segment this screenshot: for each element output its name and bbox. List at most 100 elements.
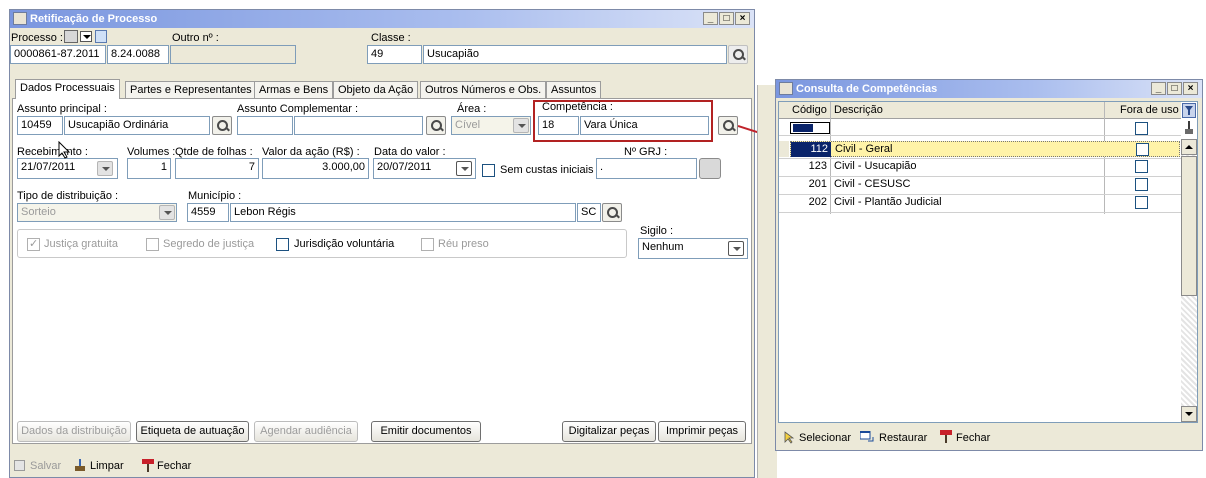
filter-fora-uso-checkbox[interactable] [1135, 122, 1148, 135]
classe-search-button[interactable] [728, 45, 748, 64]
imprimir-pecas-button[interactable]: Imprimir peças [658, 421, 746, 442]
assunto-principal-name[interactable]: Usucapião Ordinária [64, 116, 210, 135]
classe-code-field[interactable]: 49 [367, 45, 422, 64]
assunto-complementar-label: Assunto Complementar : [237, 103, 359, 115]
table-row-selected[interactable]: 112 Civil - Geral [790, 141, 1180, 157]
digitalizar-pecas-button[interactable]: Digitalizar peças [562, 421, 656, 442]
grj-button[interactable] [699, 158, 721, 179]
jurisdicao-voluntaria-checkbox[interactable] [276, 238, 289, 251]
row-fora-uso-checkbox[interactable] [1136, 143, 1149, 156]
municipio-search-button[interactable] [602, 203, 622, 222]
broom-icon [74, 459, 86, 472]
tab-objeto-acao[interactable]: Objeto da Ação [333, 81, 419, 98]
municipio-code-field[interactable]: 4559 [187, 203, 229, 222]
tab-assuntos[interactable]: Assuntos [546, 81, 602, 98]
main-window-title: Retificação de Processo [30, 13, 158, 25]
filter-icon[interactable] [1182, 103, 1196, 118]
consulta-window-titlebar[interactable]: Consulta de Competências _ □ × [776, 80, 1202, 98]
grid-divider [779, 212, 1181, 213]
save-icon [14, 460, 25, 471]
dados-distribuicao-button[interactable]: Dados da distribuição [17, 421, 131, 442]
row-fora-uso-checkbox[interactable] [1135, 160, 1148, 173]
column-descricao[interactable]: Descrição [834, 104, 883, 116]
row-fora-uso-checkbox[interactable] [1135, 196, 1148, 209]
sem-custas-checkbox[interactable] [482, 164, 495, 177]
grid-divider [779, 194, 1181, 195]
competencia-search-button[interactable] [718, 116, 738, 135]
classe-name-field[interactable]: Usucapião [423, 45, 727, 64]
qtde-folhas-label: Qtde de folhas : [175, 146, 253, 158]
competencia-name-field[interactable]: Vara Única [580, 116, 709, 135]
mouse-cursor-icon [58, 140, 72, 159]
restore-icon [859, 430, 874, 443]
processo-label: Processo : [11, 32, 63, 44]
municipio-label: Município : [188, 190, 242, 202]
processo-number-field[interactable]: 0000861-87.2011 [10, 45, 106, 64]
tab-dados-processuais[interactable]: Dados Processuais [15, 79, 120, 99]
volumes-label: Volumes : [127, 146, 176, 158]
assunto-complementar-code[interactable] [237, 116, 293, 135]
recebimento-dropdown-arrow[interactable] [97, 161, 113, 176]
column-codigo[interactable]: Código [792, 104, 827, 116]
municipio-uf-field[interactable]: SC [577, 203, 601, 222]
data-valor-label: Data do valor : [374, 146, 446, 158]
area-dropdown-arrow[interactable] [513, 118, 529, 133]
selecionar-button[interactable]: Selecionar [799, 432, 851, 444]
salvar-button[interactable]: Salvar [30, 460, 61, 472]
table-row[interactable]: 123 Civil - Usucapião [790, 159, 1180, 175]
limpar-button[interactable]: Limpar [90, 460, 124, 472]
segredo-justica-label: Segredo de justiça [163, 238, 255, 250]
volumes-field[interactable]: 1 [127, 158, 171, 179]
tipo-distribuicao-select[interactable]: Sorteio [17, 203, 177, 222]
tab-armas-bens[interactable]: Armas e Bens [254, 81, 334, 98]
municipio-name-field[interactable]: Lebon Régis [230, 203, 576, 222]
consulta-minimize-button[interactable]: _ [1151, 82, 1166, 95]
processo-type-icon[interactable] [64, 30, 78, 43]
reu-preso-label: Réu preso [438, 238, 489, 250]
row-fora-uso-checkbox[interactable] [1135, 178, 1148, 191]
valor-acao-field[interactable]: 3.000,00 [262, 158, 369, 179]
emitir-documentos-button[interactable]: Emitir documentos [371, 421, 481, 442]
tipo-distribuicao-label: Tipo de distribuição : [17, 190, 119, 202]
maximize-button[interactable]: □ [719, 12, 734, 25]
processo-suffix-field[interactable]: 8.24.0088 [107, 45, 169, 64]
tab-partes-representantes[interactable]: Partes e Representantes [125, 81, 257, 98]
consulta-maximize-button[interactable]: □ [1167, 82, 1182, 95]
reu-preso-checkbox[interactable] [421, 238, 434, 251]
column-fora-uso[interactable]: Fora de uso [1120, 104, 1179, 116]
consulta-close-button[interactable]: × [1183, 82, 1198, 95]
assunto-principal-code[interactable]: 10459 [17, 116, 63, 135]
data-valor-dropdown-arrow[interactable] [456, 161, 472, 176]
scroll-thumb[interactable] [1181, 156, 1197, 296]
scroll-down-button[interactable] [1181, 406, 1197, 422]
clear-filter-icon[interactable] [1183, 121, 1195, 135]
minimize-button[interactable]: _ [703, 12, 718, 25]
grj-field[interactable]: . [596, 158, 697, 179]
tab-outros-numeros[interactable]: Outros Números e Obs. [420, 81, 547, 98]
table-row[interactable]: 202 Civil - Plantão Judicial [790, 195, 1180, 211]
table-row[interactable]: 201 Civil - CESUSC [790, 177, 1180, 193]
main-window-titlebar[interactable]: Retificação de Processo _ □ × [10, 10, 754, 28]
recebimento-label: Recebimento : [17, 146, 88, 158]
chevron-down-icon[interactable] [80, 31, 92, 42]
sigilo-dropdown-arrow[interactable] [728, 241, 744, 256]
close-button[interactable]: × [735, 12, 750, 25]
etiqueta-autuacao-button[interactable]: Etiqueta de autuação [136, 421, 249, 442]
assunto-complementar-name[interactable] [294, 116, 423, 135]
justica-gratuita-checkbox[interactable] [27, 237, 40, 251]
qtde-folhas-field[interactable]: 7 [175, 158, 259, 179]
consulta-fechar-button[interactable]: Fechar [956, 432, 990, 444]
scroll-up-button[interactable] [1181, 139, 1197, 155]
processo-extra-toggle[interactable] [95, 30, 107, 43]
assunto-complementar-search-button[interactable] [426, 116, 446, 135]
assunto-principal-search-button[interactable] [212, 116, 232, 135]
restaurar-button[interactable]: Restaurar [879, 432, 927, 444]
competencia-code-field[interactable]: 18 [538, 116, 579, 135]
window-app-icon [779, 82, 793, 95]
grj-label: Nº GRJ : [624, 146, 668, 158]
agendar-audiencia-button[interactable]: Agendar audiência [254, 421, 358, 442]
fechar-button[interactable]: Fechar [157, 460, 191, 472]
tipo-distribuicao-dropdown-arrow[interactable] [159, 205, 175, 220]
outro-number-field[interactable] [170, 45, 296, 64]
segredo-justica-checkbox[interactable] [146, 238, 159, 251]
